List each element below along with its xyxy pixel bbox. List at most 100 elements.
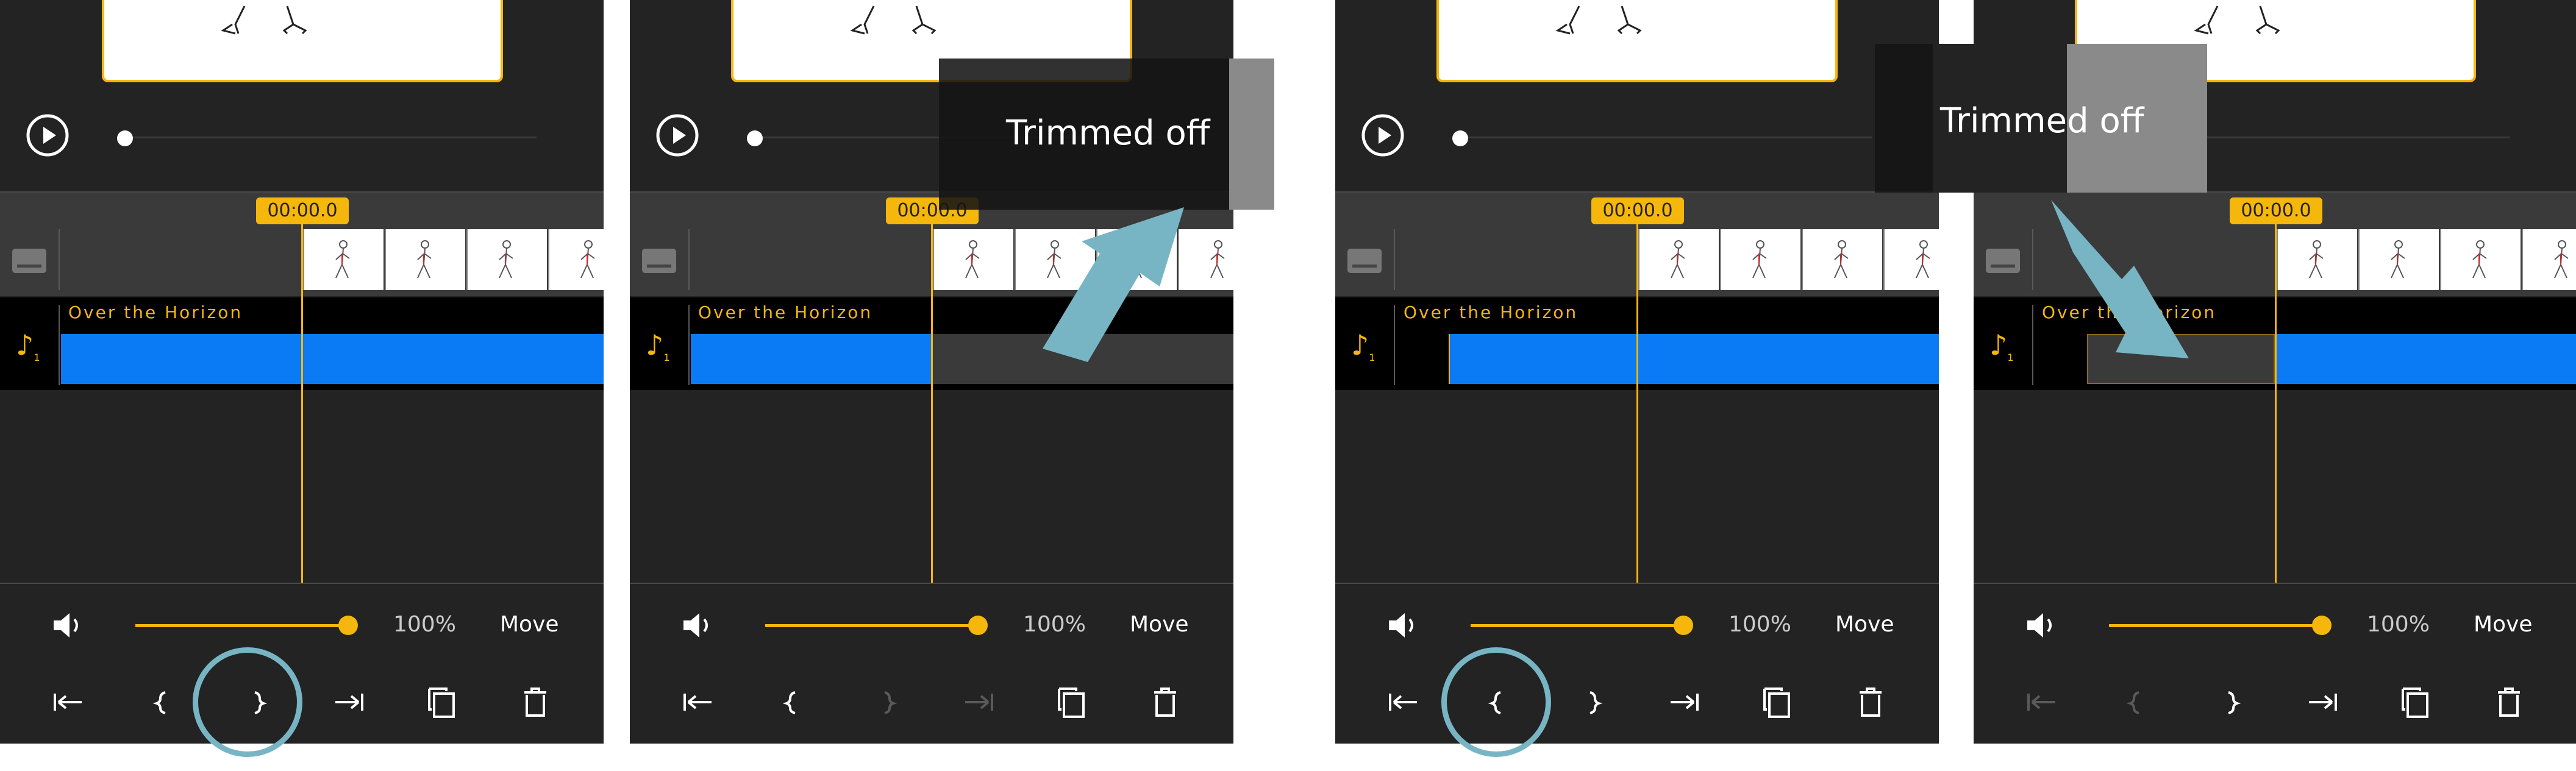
video-frame xyxy=(2277,229,2357,290)
jump-to-end-icon[interactable] xyxy=(1666,684,1702,720)
play-button-icon[interactable] xyxy=(655,113,699,157)
volume-percent: 100% xyxy=(2367,612,2430,637)
highlight-circle xyxy=(1441,647,1551,757)
video-frame xyxy=(303,229,384,290)
track-divider xyxy=(688,229,690,290)
playhead[interactable] xyxy=(931,213,933,584)
video-track-icon xyxy=(642,249,676,273)
duplicate-icon[interactable] xyxy=(423,684,460,720)
trash-icon[interactable] xyxy=(2491,684,2527,720)
trim-start-bracket-icon[interactable] xyxy=(144,684,181,720)
time-badge: 00:00.0 xyxy=(1591,197,1684,224)
volume-percent: 100% xyxy=(393,612,456,637)
track-divider xyxy=(2032,229,2033,290)
speaker-icon[interactable] xyxy=(2022,607,2059,644)
trim-end-bracket-icon[interactable] xyxy=(869,684,905,720)
audio-track-number: 1 xyxy=(34,352,40,364)
divider xyxy=(1335,583,1939,584)
playhead[interactable] xyxy=(2275,213,2277,584)
track-divider xyxy=(2032,305,2033,385)
jump-to-end-icon[interactable] xyxy=(2304,684,2341,720)
stick-figure-preview xyxy=(221,5,307,35)
playhead[interactable] xyxy=(301,213,303,584)
duplicate-icon[interactable] xyxy=(1758,684,1795,720)
scrub-handle[interactable] xyxy=(747,130,763,146)
video-track-icon xyxy=(12,249,46,273)
trim-end-bracket-icon[interactable] xyxy=(1574,684,1611,720)
divider xyxy=(0,583,604,584)
video-frame xyxy=(1802,229,1882,290)
video-track-icon xyxy=(1986,249,2020,273)
divider xyxy=(1974,583,2576,584)
volume-slider-track[interactable] xyxy=(1471,624,1684,627)
move-button[interactable]: Move xyxy=(1835,612,1894,637)
music-note-icon: ♪1 xyxy=(646,329,670,364)
volume-slider-handle[interactable] xyxy=(2312,616,2332,635)
volume-percent: 100% xyxy=(1729,612,1791,637)
jump-to-start-icon[interactable] xyxy=(1385,684,1422,720)
trash-icon[interactable] xyxy=(1852,684,1889,720)
scrub-handle[interactable] xyxy=(117,130,133,146)
trim-start-bracket-icon[interactable] xyxy=(2118,684,2155,720)
track-divider xyxy=(1394,229,1395,290)
volume-slider-handle[interactable] xyxy=(338,616,358,635)
speaker-icon[interactable] xyxy=(679,607,715,644)
audio-waveform[interactable] xyxy=(1449,334,1939,384)
audio-clip-title: Over the Horizon xyxy=(68,302,243,322)
play-button-icon[interactable] xyxy=(26,113,70,157)
duplicate-icon[interactable] xyxy=(1053,684,1090,720)
volume-slider-track[interactable] xyxy=(2109,624,2322,627)
time-badge: 00:00.0 xyxy=(256,197,349,224)
play-button-icon[interactable] xyxy=(1361,113,1405,157)
move-button[interactable]: Move xyxy=(1130,612,1189,637)
volume-slider-track[interactable] xyxy=(765,624,979,627)
video-frame xyxy=(2522,229,2576,290)
video-frame xyxy=(2440,229,2521,290)
trim-end-bracket-icon[interactable] xyxy=(2213,684,2249,720)
scrub-track[interactable] xyxy=(1457,137,1872,138)
playhead[interactable] xyxy=(1636,213,1638,584)
scrub-track[interactable] xyxy=(122,137,537,138)
trim-start-bracket-icon[interactable] xyxy=(774,684,811,720)
track-divider xyxy=(59,229,60,290)
move-button[interactable]: Move xyxy=(500,612,559,637)
video-frame xyxy=(1720,229,1800,290)
volume-slider-handle[interactable] xyxy=(968,616,988,635)
video-frame xyxy=(2358,229,2439,290)
trash-icon[interactable] xyxy=(1147,684,1183,720)
trash-icon[interactable] xyxy=(517,684,554,720)
speaker-icon[interactable] xyxy=(1384,607,1421,644)
volume-slider-track[interactable] xyxy=(135,624,349,627)
volume-slider-handle[interactable] xyxy=(1674,616,1693,635)
editor-panel-1: ♪1 Over the Horizon 00:00.0 100% Move xyxy=(0,0,604,744)
audio-waveform[interactable] xyxy=(2275,334,2576,384)
jump-to-start-icon[interactable] xyxy=(680,684,716,720)
jump-to-start-icon[interactable] xyxy=(50,684,87,720)
video-frame xyxy=(385,229,465,290)
music-note-icon: ♪1 xyxy=(1989,329,2014,364)
divider xyxy=(630,583,1233,584)
volume-percent: 100% xyxy=(1023,612,1086,637)
duplicate-icon[interactable] xyxy=(2397,684,2433,720)
music-note-icon: ♪1 xyxy=(1351,329,1375,364)
jump-to-end-icon[interactable] xyxy=(960,684,997,720)
track-divider xyxy=(688,305,690,385)
callout-text: Trimmed off xyxy=(1006,113,1210,153)
audio-waveform[interactable] xyxy=(61,334,604,384)
jump-to-end-icon[interactable] xyxy=(330,684,367,720)
scrub-handle[interactable] xyxy=(1452,130,1468,146)
move-button[interactable]: Move xyxy=(2474,612,2533,637)
jump-to-start-icon[interactable] xyxy=(2024,684,2060,720)
video-frame xyxy=(466,229,547,290)
stick-figure-preview xyxy=(1555,5,1642,35)
track-divider xyxy=(1394,305,1395,385)
video-frame xyxy=(1638,229,1719,290)
audio-waveform[interactable] xyxy=(691,334,931,384)
speaker-icon[interactable] xyxy=(49,607,85,644)
time-badge: 00:00.0 xyxy=(2230,197,2322,224)
callout-arrow-icon xyxy=(2051,200,2189,358)
highlight-circle xyxy=(193,647,302,757)
video-frame xyxy=(1883,229,1939,290)
music-note-icon: ♪1 xyxy=(16,329,40,364)
video-preview xyxy=(102,0,503,82)
